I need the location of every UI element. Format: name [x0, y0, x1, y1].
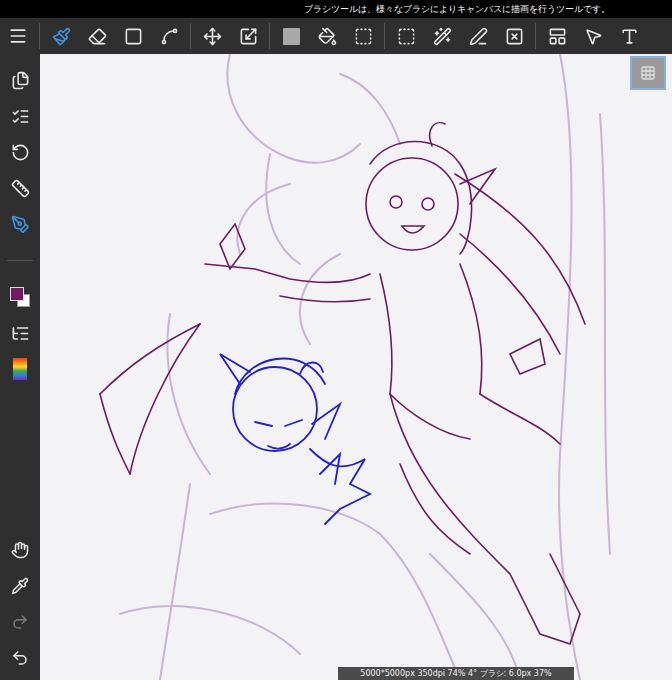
sidebar-tool[interactable]	[2, 640, 38, 676]
hint-bar: ブラシツールは、様々なブラシによりキャンバスに描画を行うツールです。	[0, 0, 672, 18]
hand-icon	[11, 541, 29, 559]
tool-button[interactable]	[151, 18, 187, 54]
tool-button[interactable]	[309, 18, 345, 54]
hint-text: ブラシツールは、様々なブラシによりキャンバスに描画を行うツールです。	[304, 5, 610, 14]
sidebar-tool[interactable]	[2, 315, 38, 351]
tool-button[interactable]	[388, 18, 424, 54]
color-swatch[interactable]	[2, 279, 38, 315]
grid-toggle-button[interactable]	[630, 56, 666, 90]
select-eraser-icon	[505, 27, 524, 46]
toolbar-divider	[535, 23, 536, 49]
toolbar	[0, 18, 672, 54]
shape-icon	[124, 27, 143, 46]
sidebar-tool[interactable]	[2, 351, 38, 387]
tool-button[interactable]	[43, 18, 79, 54]
pen-mode-icon	[11, 215, 30, 234]
eraser-icon	[88, 27, 107, 46]
tool-button[interactable]	[273, 18, 309, 54]
transform-icon	[239, 27, 258, 46]
canvas[interactable]: 5000*5000px 350dpi 74% 4° ブラシ: 6.0px 37%	[40, 54, 672, 680]
select-pen-icon	[469, 27, 488, 46]
toolbar-divider	[384, 23, 385, 49]
sidebar-tool[interactable]	[2, 170, 38, 206]
status-bar: 5000*5000px 350dpi 74% 4° ブラシ: 6.0px 37%	[338, 667, 574, 680]
rotate-icon	[11, 143, 30, 162]
cursor-icon	[584, 27, 603, 46]
status-text: 5000*5000px 350dpi 74% 4° ブラシ: 6.0px 37%	[360, 668, 551, 680]
ruler-icon	[11, 179, 30, 198]
sidebar	[0, 54, 40, 680]
app: ブラシツールは、様々なブラシによりキャンバスに描画を行うツールです。 5000*5…	[0, 0, 672, 680]
primary-color	[10, 287, 24, 301]
fill-color-icon	[283, 28, 300, 45]
toolbar-divider	[190, 23, 191, 49]
tool-button[interactable]	[611, 18, 647, 54]
selection-icon	[11, 107, 30, 126]
bucket-icon	[318, 27, 337, 46]
sidebar-tool[interactable]	[2, 62, 38, 98]
tool-button[interactable]	[496, 18, 532, 54]
sidebar-tool[interactable]	[2, 206, 38, 242]
sidebar-divider	[7, 260, 33, 261]
pages-icon	[11, 71, 30, 90]
tool-group	[273, 18, 381, 54]
tool-button[interactable]	[230, 18, 266, 54]
undo-icon	[11, 649, 29, 667]
brush-icon	[52, 27, 71, 46]
tool-button[interactable]	[194, 18, 230, 54]
tool-button[interactable]	[575, 18, 611, 54]
tool-group	[539, 18, 647, 54]
vector-icon	[160, 27, 179, 46]
sidebar-tool[interactable]	[2, 98, 38, 134]
tool-group	[0, 18, 36, 54]
tool-button[interactable]	[79, 18, 115, 54]
text-icon	[620, 27, 639, 46]
workspace: 5000*5000px 350dpi 74% 4° ブラシ: 6.0px 37%	[0, 54, 672, 680]
tool-group	[43, 18, 187, 54]
tool-button[interactable]	[460, 18, 496, 54]
tool-button[interactable]	[115, 18, 151, 54]
toolbar-divider	[39, 23, 40, 49]
tool-button[interactable]	[0, 18, 36, 54]
tool-group	[388, 18, 532, 54]
palette-icon	[13, 358, 27, 380]
menu-icon	[8, 26, 28, 46]
grid-icon	[640, 65, 656, 81]
toolbar-divider	[269, 23, 270, 49]
move-icon	[203, 27, 222, 46]
layers-icon	[11, 324, 30, 343]
layout-icon	[548, 27, 567, 46]
eyedropper-icon	[11, 577, 29, 595]
select-icon	[397, 27, 416, 46]
sidebar-tool[interactable]	[2, 568, 38, 604]
magic-wand-icon	[433, 27, 452, 46]
gradient-icon	[354, 27, 373, 46]
artwork	[40, 54, 672, 680]
redo-icon	[11, 613, 29, 631]
tool-button[interactable]	[539, 18, 575, 54]
tool-button[interactable]	[345, 18, 381, 54]
sidebar-tool[interactable]	[2, 604, 38, 640]
tool-button[interactable]	[424, 18, 460, 54]
sidebar-tool[interactable]	[2, 532, 38, 568]
tool-group	[194, 18, 266, 54]
color-swatch-box	[10, 287, 30, 307]
sidebar-tool[interactable]	[2, 134, 38, 170]
